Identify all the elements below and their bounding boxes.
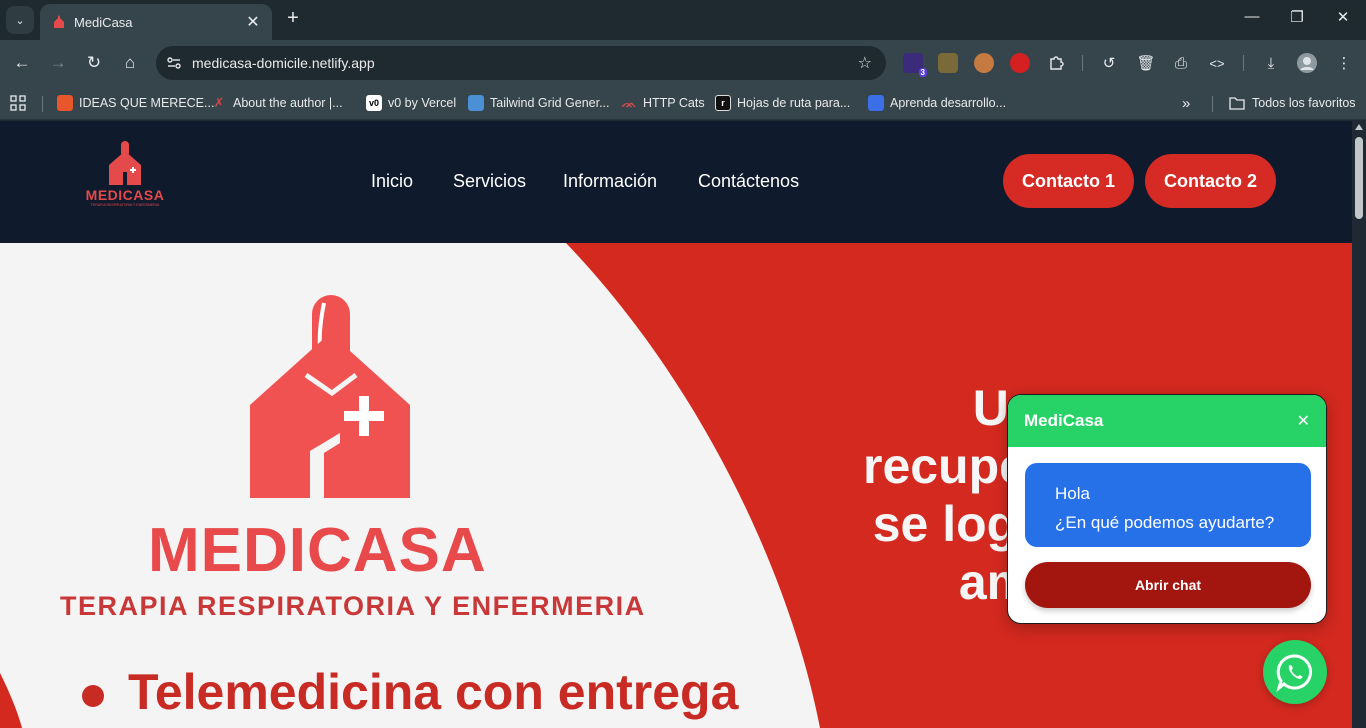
- chat-message-bubble: Hola ¿En qué podemos ayudarte?: [1025, 463, 1311, 547]
- whatsapp-button[interactable]: [1263, 640, 1327, 704]
- browser-toolbar: ← → ↻ ⌂ medicasa-domicile.netlify.app ☆ …: [0, 40, 1366, 86]
- pyramid-extension-icon[interactable]: [938, 53, 958, 73]
- medicasa-favicon-icon: [54, 15, 64, 28]
- toolbar-separator: [1082, 55, 1083, 71]
- nav-informacion[interactable]: Información: [563, 171, 657, 192]
- cat-icon: ᨏ: [621, 95, 637, 110]
- page-scrollbar[interactable]: [1352, 121, 1366, 728]
- hero-logo-subtitle: TERAPIA RESPIRATORIA Y ENFERMERIA: [60, 591, 646, 621]
- tab-title: MediCasa: [74, 14, 133, 30]
- site-logo[interactable]: MEDICASA TERAPIA RESPIRATORIA Y ENFERMER…: [80, 139, 170, 213]
- bookmark-label: Hojas de ruta para...: [737, 96, 851, 110]
- bookmark-label: HTTP Cats: [643, 96, 705, 110]
- home-button[interactable]: ⌂: [117, 50, 143, 76]
- chat-question: ¿En qué podemos ayudarte?: [1055, 513, 1275, 532]
- bookmarks-overflow-button[interactable]: »: [1182, 92, 1190, 114]
- nav-inicio[interactable]: Inicio: [371, 171, 413, 192]
- site-logo-text: MEDICASA: [85, 187, 165, 203]
- folder-icon: [1229, 97, 1245, 110]
- hero-bullet-text: Telemedicina con entrega: [128, 664, 739, 720]
- tailwind-icon: [468, 95, 484, 111]
- bookmark-label: About the author |...: [233, 96, 343, 110]
- all-bookmarks-label: Todos los favoritos: [1252, 96, 1356, 110]
- dev-icon: [868, 95, 884, 111]
- profile-avatar[interactable]: [1296, 52, 1318, 74]
- stop-extension-icon[interactable]: [1010, 53, 1030, 73]
- download-icon[interactable]: ⤓: [1260, 52, 1282, 74]
- chat-title: MediCasa: [1024, 411, 1104, 430]
- hero-logo-text: MEDICASA: [148, 516, 487, 585]
- bookmark-star-icon[interactable]: ☆: [858, 53, 872, 73]
- nav-servicios[interactable]: Servicios: [453, 171, 526, 192]
- url-text[interactable]: medicasa-domicile.netlify.app: [192, 55, 858, 71]
- scroll-up-arrow[interactable]: [1355, 124, 1363, 130]
- forward-button[interactable]: →: [45, 50, 71, 76]
- chat-popup: MediCasa ✕ Hola ¿En qué podemos ayudarte…: [1007, 394, 1327, 624]
- bookmark-item[interactable]: r Hojas de ruta para...: [715, 92, 850, 114]
- tab-medicasa[interactable]: MediCasa ✕: [40, 4, 272, 40]
- extension-badge-count: 3: [918, 68, 927, 77]
- nav-contactenos[interactable]: Contáctenos: [698, 171, 799, 192]
- face-extension-icon[interactable]: [974, 53, 994, 73]
- code-icon[interactable]: <>: [1206, 52, 1228, 74]
- minimize-button[interactable]: —: [1240, 8, 1264, 25]
- ted-icon: [57, 95, 73, 111]
- apps-grid-icon[interactable]: [10, 92, 26, 114]
- address-bar[interactable]: medicasa-domicile.netlify.app ☆: [156, 46, 886, 80]
- bookmark-item[interactable]: v0 v0 by Vercel: [366, 92, 456, 114]
- bookmark-label: Aprenda desarrollo...: [890, 96, 1007, 110]
- tab-strip: ⌄ MediCasa ✕ + — ❐ ✕: [0, 0, 1366, 40]
- bookmarks-separator: [42, 96, 43, 112]
- back-button[interactable]: ←: [9, 50, 35, 76]
- hero-bullet-dot: [82, 685, 104, 707]
- bookmark-item[interactable]: Tailwind Grid Gener...: [468, 92, 610, 114]
- bookmark-label: v0 by Vercel: [388, 96, 457, 110]
- close-window-button[interactable]: ✕: [1331, 8, 1355, 26]
- bookmarks-bar: IDEAS QUE MERECE... ✗ About the author |…: [0, 86, 1366, 120]
- chat-greeting: Hola: [1055, 484, 1090, 503]
- tab-close-icon[interactable]: ✕: [244, 12, 262, 32]
- scrollbar-thumb[interactable]: [1355, 137, 1363, 219]
- bookmark-item[interactable]: ᨏ HTTP Cats: [621, 92, 705, 114]
- open-chat-button[interactable]: Abrir chat: [1025, 562, 1311, 608]
- new-tab-button[interactable]: +: [282, 8, 304, 30]
- print-icon[interactable]: ⎙: [1170, 52, 1192, 74]
- roadmap-icon: r: [715, 95, 731, 111]
- contact-2-button[interactable]: Contacto 2: [1145, 154, 1276, 208]
- delete-icon[interactable]: 🗑: [1135, 52, 1157, 74]
- toolbar-separator: [1243, 55, 1244, 71]
- chat-close-icon[interactable]: ✕: [1297, 411, 1310, 431]
- bookmark-item[interactable]: ✗ About the author |...: [211, 92, 343, 114]
- whatsapp-icon: [1276, 654, 1313, 692]
- v0-icon: v0: [366, 95, 382, 111]
- bookmark-label: IDEAS QUE MERECE...: [79, 96, 215, 110]
- extensions-puzzle-icon[interactable]: [1045, 52, 1067, 74]
- history-icon[interactable]: ↺: [1098, 52, 1120, 74]
- site-header: MEDICASA TERAPIA RESPIRATORIA Y ENFERMER…: [0, 121, 1352, 243]
- all-bookmarks-folder[interactable]: Todos los favoritos: [1229, 92, 1356, 114]
- maximize-button[interactable]: ❐: [1285, 8, 1309, 26]
- hero-logo-house-icon: [250, 295, 410, 498]
- reload-button[interactable]: ↻: [81, 50, 107, 76]
- bookmark-item[interactable]: IDEAS QUE MERECE...: [57, 92, 214, 114]
- site-logo-subtitle: TERAPIA RESPIRATORIA Y ENFERMERIA: [90, 203, 160, 207]
- site-settings-icon[interactable]: [166, 55, 182, 71]
- chat-header: MediCasa ✕: [1008, 395, 1326, 447]
- tab-search-button[interactable]: ⌄: [6, 6, 34, 34]
- bookmark-label: Tailwind Grid Gener...: [490, 96, 610, 110]
- author-icon: ✗: [213, 95, 225, 110]
- bookmark-item[interactable]: Aprenda desarrollo...: [868, 92, 1006, 114]
- extension-badge-icon[interactable]: 3: [903, 53, 927, 77]
- browser-menu-icon[interactable]: ⋮: [1333, 52, 1355, 74]
- contact-1-button[interactable]: Contacto 1: [1003, 154, 1134, 208]
- house-cross-logo-icon: [109, 141, 141, 185]
- bookmarks-separator: [1212, 96, 1213, 112]
